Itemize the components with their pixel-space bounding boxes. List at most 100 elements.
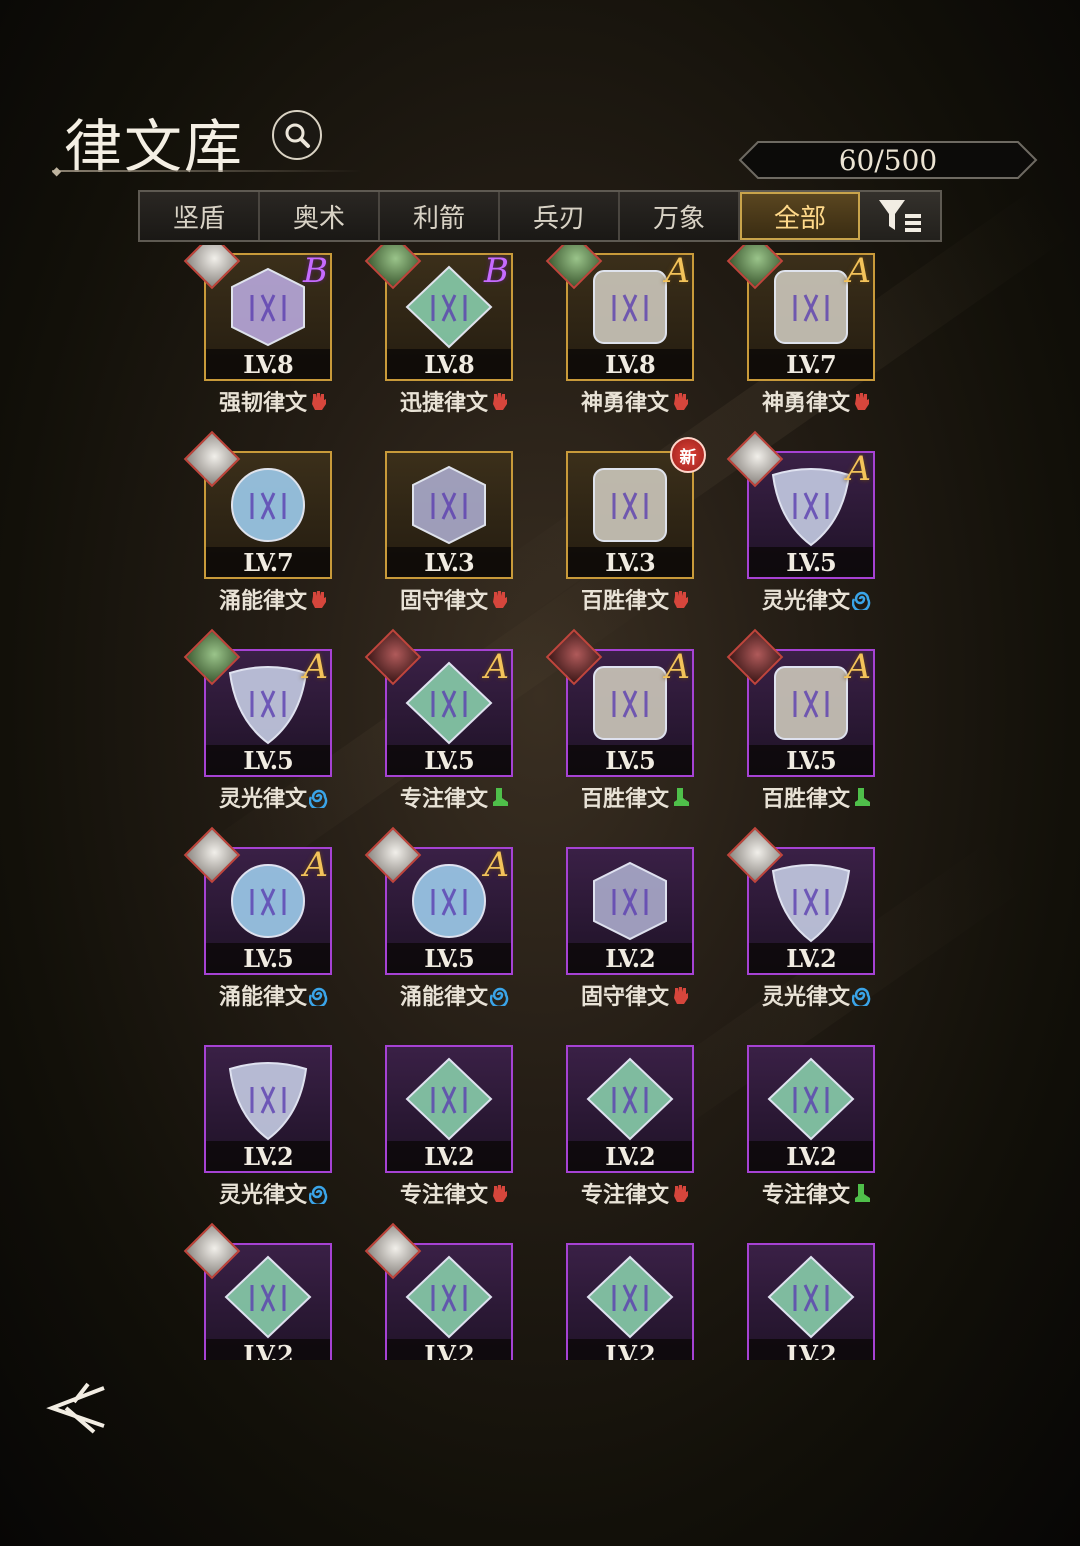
rune-level: LV.7 (206, 547, 330, 577)
back-button[interactable] (44, 1378, 110, 1436)
rune-name: 迅捷律文 (399, 390, 488, 416)
rune-name-row: 强韧律文 (194, 385, 354, 417)
boot-icon (855, 788, 870, 806)
rune-level: LV.3 (387, 547, 511, 577)
rune-card[interactable]: LV.5 A 灵光律文 (183, 628, 332, 812)
rune-name-row: 固守律文 (556, 979, 716, 1011)
swirl-icon (852, 987, 871, 1006)
rune-card[interactable]: LV.2 专注律文 (566, 1045, 694, 1208)
rune-gem-square (774, 270, 848, 344)
boot-icon (493, 788, 508, 806)
swirl-icon (490, 987, 509, 1006)
boot-icon (674, 788, 689, 806)
rune-name-row: 灵光律文 (194, 781, 354, 813)
rune-name: 灵光律文 (761, 588, 850, 614)
rune-name: 神勇律文 (580, 390, 669, 416)
rune-card[interactable]: LV.2 (747, 1243, 875, 1360)
rune-level: LV.7 (749, 349, 873, 379)
swirl-icon (852, 591, 871, 610)
fist-icon (312, 591, 326, 608)
tab-shield[interactable]: 坚盾 (140, 192, 260, 240)
rune-name-row: 灵光律文 (737, 979, 897, 1011)
rune-gem-square (593, 270, 667, 344)
rune-gem-circle (231, 864, 305, 938)
rune-card[interactable]: LV.5 A 涌能律文 (364, 826, 513, 1010)
rune-gem-diamond (767, 1255, 855, 1339)
rune-gem-circle (412, 864, 486, 938)
rune-gem-diamond (767, 1057, 855, 1141)
rune-name-row: 灵光律文 (194, 1177, 354, 1209)
rune-name: 固守律文 (580, 984, 669, 1010)
rune-level: LV.2 (568, 943, 692, 973)
rune-gem-diamond (405, 1057, 493, 1141)
rune-name: 灵光律文 (218, 1182, 307, 1208)
rune-card[interactable]: LV.7 A 神勇律文 (726, 245, 875, 416)
tab-arrow[interactable]: 利箭 (380, 192, 500, 240)
search-icon (285, 123, 310, 148)
rune-gem-diamond (586, 1255, 674, 1339)
rune-grade: B (303, 251, 328, 291)
boot-icon (855, 1184, 870, 1202)
rune-level: LV.5 (387, 745, 511, 775)
rune-gem-diamond (224, 1255, 312, 1339)
rune-gem-diamond (405, 1255, 493, 1339)
rune-card[interactable]: LV.5 A 百胜律文 (545, 628, 694, 812)
rune-gem-diamond (586, 1057, 674, 1141)
tab-all-things[interactable]: 万象 (620, 192, 740, 240)
rune-name-row: 专注律文 (375, 781, 535, 813)
rune-name-row: 神勇律文 (556, 385, 716, 417)
tab-arcane[interactable]: 奥术 (260, 192, 380, 240)
rune-card[interactable]: LV.5 A 百胜律文 (726, 628, 875, 812)
rune-name-row: 涌能律文 (194, 979, 354, 1011)
rune-name-row: 百胜律文 (737, 781, 897, 813)
rune-name: 百胜律文 (761, 786, 850, 812)
rune-gem-hexagon (593, 861, 667, 941)
rune-card[interactable]: LV.2 固守律文 (566, 847, 694, 1010)
rune-level: LV.2 (206, 1339, 330, 1360)
rune-gem-circle (231, 468, 305, 542)
rune-card[interactable]: LV.2 (183, 1222, 332, 1360)
rune-card[interactable]: LV.8 B 强韧律文 (183, 245, 332, 416)
rune-card[interactable]: LV.2 灵光律文 (726, 826, 875, 1010)
rune-card[interactable]: LV.2 专注律文 (385, 1045, 513, 1208)
rune-level: LV.5 (387, 943, 511, 973)
rune-card[interactable]: LV.2 灵光律文 (204, 1045, 332, 1208)
rune-card[interactable]: LV.8 A 神勇律文 (545, 245, 694, 416)
rune-card[interactable]: LV.5 A 涌能律文 (183, 826, 332, 1010)
rune-card[interactable]: LV.3 新百胜律文 (566, 437, 706, 614)
tab-blade[interactable]: 兵刃 (500, 192, 620, 240)
rune-grade: A (846, 647, 871, 687)
rune-card[interactable]: LV.2 (566, 1243, 694, 1360)
rune-name-row: 固守律文 (375, 583, 535, 615)
rune-name-row: 百胜律文 (556, 583, 716, 615)
rune-level: LV.5 (206, 745, 330, 775)
rune-card[interactable]: LV.7 涌能律文 (183, 430, 332, 614)
title-underline (52, 170, 362, 172)
rune-card[interactable]: LV.5 A 专注律文 (364, 628, 513, 812)
fist-icon (493, 393, 507, 410)
rune-level: LV.8 (387, 349, 511, 379)
inventory-count: 60/500 (838, 143, 938, 177)
search-button[interactable] (272, 110, 322, 160)
rune-card[interactable]: LV.3 固守律文 (385, 451, 513, 614)
rune-level: LV.5 (749, 547, 873, 577)
rune-level: LV.2 (568, 1141, 692, 1171)
rune-card[interactable]: LV.2 专注律文 (747, 1045, 875, 1208)
rune-name: 专注律文 (399, 1182, 488, 1208)
filter-icon (879, 200, 921, 232)
rune-grade: A (846, 449, 871, 489)
tab-all[interactable]: 全部 (740, 192, 860, 240)
rune-level: LV.8 (206, 349, 330, 379)
fist-icon (674, 987, 688, 1004)
rune-card[interactable]: LV.2 (364, 1222, 513, 1360)
rune-name: 专注律文 (761, 1182, 850, 1208)
filter-button[interactable] (860, 192, 940, 240)
rune-card[interactable]: LV.8 B 迅捷律文 (364, 245, 513, 416)
inventory-counter: 60/500 (738, 140, 1038, 180)
fist-icon (312, 393, 326, 410)
rune-name-row: 涌能律文 (375, 979, 535, 1011)
rune-name: 涌能律文 (218, 984, 307, 1010)
new-badge: 新 (670, 437, 706, 473)
rune-gem-square (774, 666, 848, 740)
rune-card[interactable]: LV.5 A 灵光律文 (726, 430, 875, 614)
